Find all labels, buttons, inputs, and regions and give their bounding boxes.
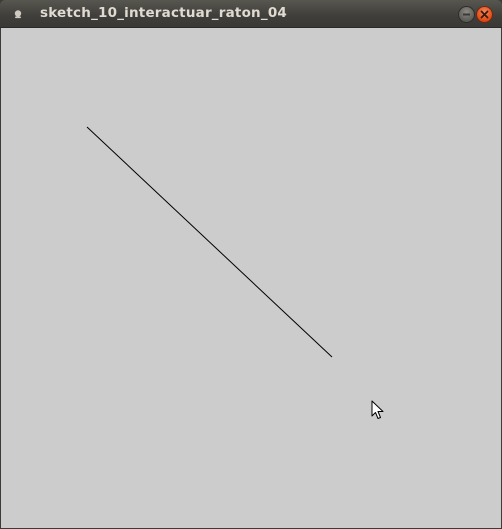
app-icon <box>14 10 22 19</box>
window-title: sketch_10_interactuar_raton_04 <box>40 5 288 21</box>
canvas-drawing <box>86 126 333 358</box>
sketch-canvas[interactable] <box>1 28 501 528</box>
title-bar[interactable]: sketch_10_interactuar_raton_04 <box>0 0 502 28</box>
drawn-line <box>86 126 333 358</box>
mouse-pointer-icon <box>371 400 384 419</box>
minimize-icon <box>463 13 470 16</box>
close-icon <box>480 10 489 19</box>
close-button[interactable] <box>476 6 493 23</box>
sketch-window: sketch_10_interactuar_raton_04 <box>0 0 502 529</box>
minimize-button[interactable] <box>458 6 475 23</box>
